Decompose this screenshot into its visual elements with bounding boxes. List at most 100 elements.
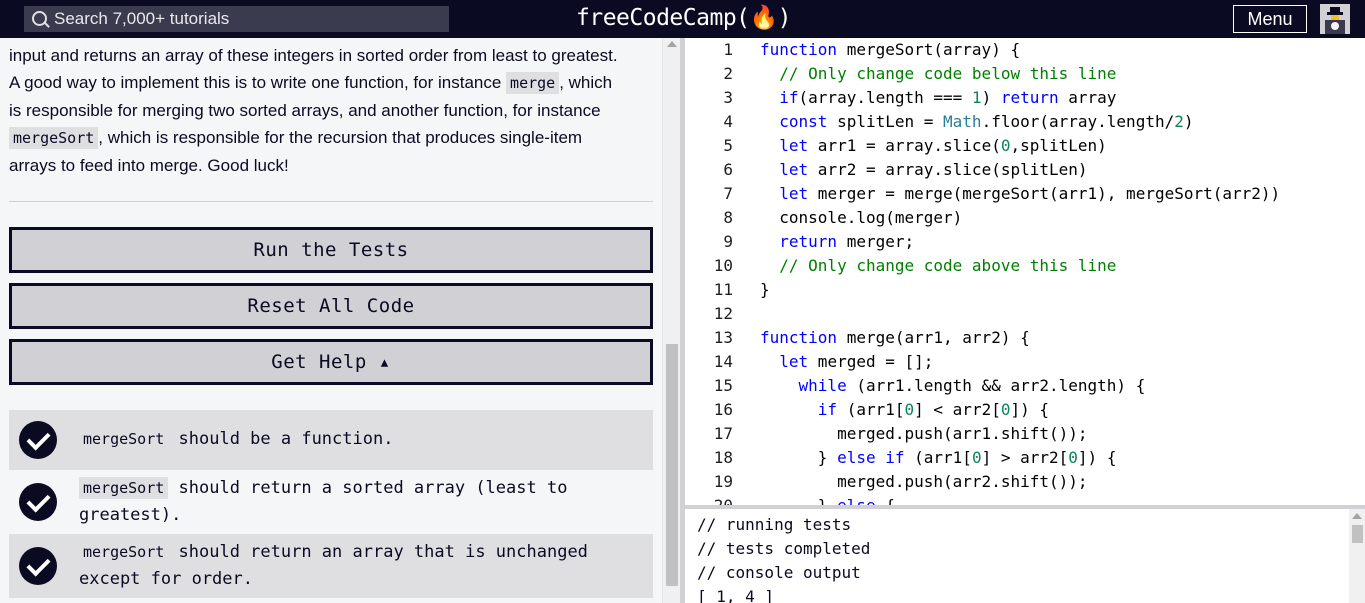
code-line[interactable]: 15 while (arr1.length && arr2.length) { xyxy=(685,374,1365,398)
reset-code-button[interactable]: Reset All Code xyxy=(9,283,653,329)
code-line[interactable]: 20 } else { xyxy=(685,494,1365,505)
description-text: , which is responsible for the recursion… xyxy=(98,128,583,147)
code-text[interactable]: if(array.length === 1) return array xyxy=(760,86,1116,110)
code-line[interactable]: 3 if(array.length === 1) return array xyxy=(685,86,1365,110)
check-circle-icon xyxy=(19,547,57,585)
inline-code: mergeSort xyxy=(79,541,169,563)
test-item: mergeSort should be a function. xyxy=(9,410,653,470)
code-text[interactable]: function mergeSort(array) { xyxy=(760,38,1020,62)
line-number: 6 xyxy=(723,160,733,179)
line-number: 3 xyxy=(723,88,733,107)
code-text[interactable]: // Only change code below this line xyxy=(760,62,1116,86)
test-description: should return a sorted array (least to xyxy=(168,478,568,498)
code-text[interactable]: if (arr1[0] < arr2[0]) { xyxy=(760,398,1049,422)
code-line[interactable]: 18 } else if (arr1[0] > arr2[0]) { xyxy=(685,446,1365,470)
test-text: mergeSort should return a sorted array (… xyxy=(79,475,639,529)
code-text[interactable]: const splitLen = Math.floor(array.length… xyxy=(760,110,1193,134)
test-item: mergeSort should return an array that is… xyxy=(9,534,653,598)
code-line[interactable]: 5 let arr1 = array.slice(0,splitLen) xyxy=(685,134,1365,158)
line-number: 17 xyxy=(713,424,733,443)
description-text: , which xyxy=(559,73,613,92)
code-line[interactable]: 19 merged.push(arr2.shift()); xyxy=(685,470,1365,494)
code-text[interactable]: merged.push(arr2.shift()); xyxy=(760,470,1087,494)
line-number: 11 xyxy=(713,280,733,299)
get-help-button[interactable]: Get Help ▴ xyxy=(9,339,653,385)
code-text[interactable]: let merged = []; xyxy=(760,350,933,374)
code-text[interactable]: console.log(merger) xyxy=(760,206,962,230)
code-line[interactable]: 9 return merger; xyxy=(685,230,1365,254)
code-line[interactable]: 7 let merger = merge(mergeSort(arr1), me… xyxy=(685,182,1365,206)
line-number: 12 xyxy=(713,304,733,323)
test-description: should be a function. xyxy=(168,429,394,449)
code-line[interactable]: 1 function mergeSort(array) { xyxy=(685,38,1365,62)
console-line: // console output xyxy=(697,563,861,582)
scrollbar-thumb[interactable] xyxy=(1352,525,1363,543)
scroll-up-arrow-icon[interactable] xyxy=(667,41,677,47)
description-line: mergeSort, which is responsible for the … xyxy=(9,124,649,152)
avatar[interactable] xyxy=(1320,4,1350,34)
code-text[interactable]: let arr1 = array.slice(0,splitLen) xyxy=(760,134,1107,158)
console-line: // running tests xyxy=(697,515,852,534)
menu-button[interactable]: Menu xyxy=(1233,5,1307,33)
line-number: 7 xyxy=(723,184,733,203)
test-item: mergeSort should return a sorted array (… xyxy=(9,470,653,534)
check-circle-icon xyxy=(19,483,57,521)
search-input[interactable] xyxy=(54,6,444,32)
code-line[interactable]: 14 let merged = []; xyxy=(685,350,1365,374)
challenge-description: input and returns an array of these inte… xyxy=(9,42,649,179)
code-line[interactable]: 11} xyxy=(685,278,1365,302)
description-text: A good way to implement this is to write… xyxy=(9,73,507,92)
line-number: 5 xyxy=(723,136,733,155)
code-line[interactable]: 10 // Only change code above this line xyxy=(685,254,1365,278)
avatar-icon xyxy=(1320,4,1350,34)
console-scrollbar[interactable] xyxy=(1349,509,1365,603)
code-text[interactable]: return merger; xyxy=(760,230,914,254)
divider xyxy=(9,201,653,202)
code-text[interactable]: let arr2 = array.slice(splitLen) xyxy=(760,158,1087,182)
code-line[interactable]: 17 merged.push(arr1.shift()); xyxy=(685,422,1365,446)
code-line[interactable]: 13 function merge(arr1, arr2) { xyxy=(685,326,1365,350)
instructions-panel: input and returns an array of these inte… xyxy=(0,38,662,603)
code-line[interactable]: 12 xyxy=(685,302,1365,326)
search-box[interactable] xyxy=(24,6,449,32)
code-text[interactable]: function merge(arr1, arr2) { xyxy=(760,326,1030,350)
line-number: 18 xyxy=(713,448,733,467)
line-number: 19 xyxy=(713,472,733,491)
code-text[interactable]: } else if (arr1[0] > arr2[0]) { xyxy=(760,446,1117,470)
line-number: 13 xyxy=(713,328,733,347)
inline-code: mergeSort xyxy=(79,477,169,499)
code-line[interactable]: 6 let arr2 = array.slice(splitLen) xyxy=(685,158,1365,182)
code-line[interactable]: 4 const splitLen = Math.floor(array.leng… xyxy=(685,110,1365,134)
line-number: 4 xyxy=(723,112,733,131)
code-text[interactable]: // Only change code above this line xyxy=(760,254,1116,278)
line-number: 1 xyxy=(723,40,733,59)
scroll-up-arrow-icon[interactable] xyxy=(1352,513,1362,519)
line-number: 16 xyxy=(713,400,733,419)
freecodecamp-logo[interactable]: freeCodeCamp(🔥) xyxy=(576,4,792,31)
instructions-scrollbar[interactable] xyxy=(662,38,680,603)
inline-code: mergeSort xyxy=(9,127,99,149)
code-editor[interactable]: 1 function mergeSort(array) {2 // Only ch… xyxy=(685,38,1365,505)
description-line: arrays to feed into merge. Good luck! xyxy=(9,156,289,175)
line-number: 9 xyxy=(723,232,733,251)
code-line[interactable]: 2 // Only change code below this line xyxy=(685,62,1365,86)
top-nav: freeCodeCamp(🔥) Menu xyxy=(0,0,1365,38)
test-text: mergeSort should be a function. xyxy=(79,426,639,453)
line-number: 2 xyxy=(723,64,733,83)
test-text: mergeSort should return an array that is… xyxy=(79,539,639,593)
code-line[interactable]: 16 if (arr1[0] < arr2[0]) { xyxy=(685,398,1365,422)
run-tests-button[interactable]: Run the Tests xyxy=(9,227,653,273)
test-description: should return an array that is unchanged xyxy=(168,542,588,562)
description-line: input and returns an array of these inte… xyxy=(9,46,618,65)
code-text[interactable]: merged.push(arr1.shift()); xyxy=(760,422,1087,446)
code-text[interactable]: while (arr1.length && arr2.length) { xyxy=(760,374,1146,398)
code-text[interactable]: } else { xyxy=(760,494,895,505)
line-number: 20 xyxy=(685,494,733,505)
line-number: 15 xyxy=(713,376,733,395)
scrollbar-thumb[interactable] xyxy=(666,344,678,586)
code-line[interactable]: 8 console.log(merger) xyxy=(685,206,1365,230)
code-text[interactable]: } xyxy=(760,278,770,302)
console-line: [ 1, 4 ] xyxy=(697,587,775,603)
check-circle-icon xyxy=(19,421,57,459)
code-text[interactable]: let merger = merge(mergeSort(arr1), merg… xyxy=(760,182,1280,206)
